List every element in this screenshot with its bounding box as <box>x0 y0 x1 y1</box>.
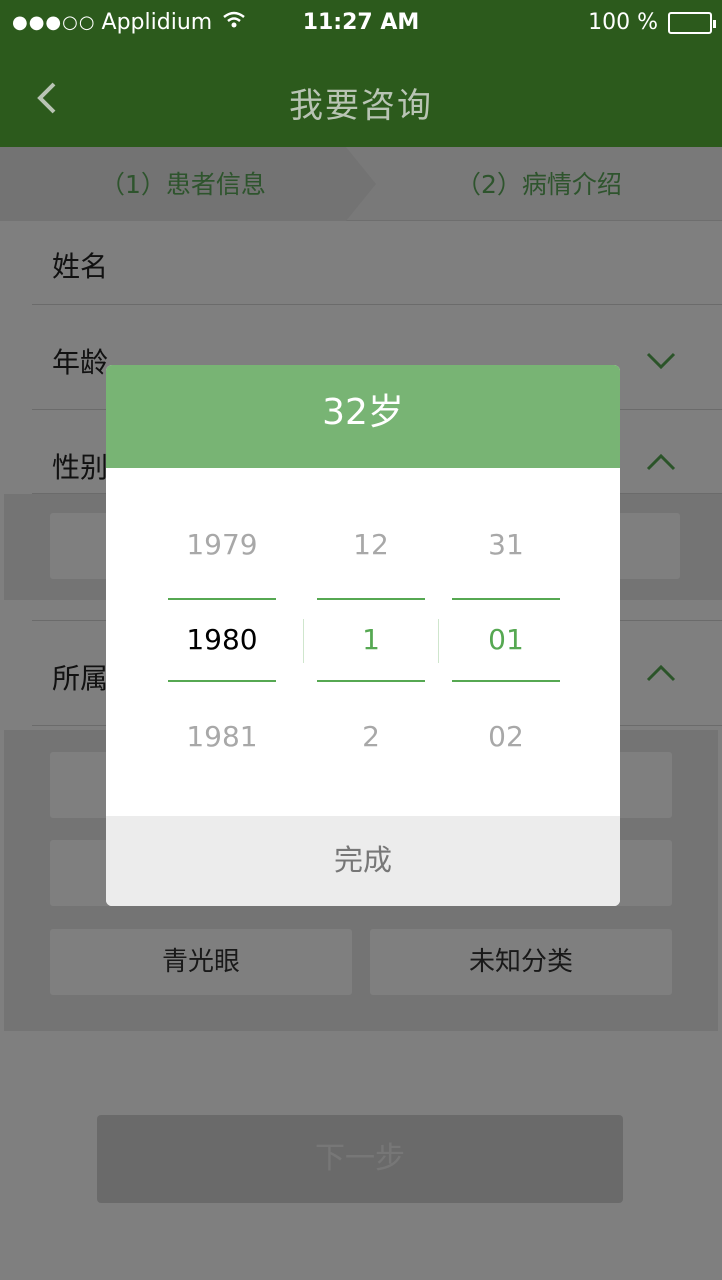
selection-line <box>452 598 560 600</box>
month-wheel[interactable]: 12 1 2 <box>317 468 425 816</box>
year-prev: 1979 <box>186 528 258 561</box>
status-bar: ●●●○○ Applidium 11:27 AM 100 % <box>0 0 722 48</box>
page-title: 我要咨询 <box>289 86 433 126</box>
day-next: 02 <box>488 720 524 753</box>
selection-line <box>168 598 276 600</box>
battery-percentage: 100 % <box>588 10 658 35</box>
selection-line <box>452 680 560 682</box>
column-divider <box>303 619 304 663</box>
day-wheel[interactable]: 31 01 02 <box>452 468 560 816</box>
month-selected: 1 <box>362 623 380 656</box>
day-prev: 31 <box>488 528 524 561</box>
year-selected: 1980 <box>186 623 258 656</box>
done-button[interactable]: 完成 <box>106 816 620 906</box>
age-picker-dialog: 32岁 1979 1980 1981 12 1 2 31 01 02 完成 <box>106 365 620 906</box>
battery-icon <box>668 11 716 34</box>
year-wheel[interactable]: 1979 1980 1981 <box>168 468 276 816</box>
month-prev: 12 <box>353 528 389 561</box>
day-selected: 01 <box>488 623 524 656</box>
navigation-bar: 我要咨询 <box>0 48 722 147</box>
selection-line <box>317 680 425 682</box>
picker-age-title: 32岁 <box>106 365 620 468</box>
selection-line <box>168 680 276 682</box>
column-divider <box>438 619 439 663</box>
year-next: 1981 <box>186 720 258 753</box>
month-next: 2 <box>362 720 380 753</box>
selection-line <box>317 598 425 600</box>
